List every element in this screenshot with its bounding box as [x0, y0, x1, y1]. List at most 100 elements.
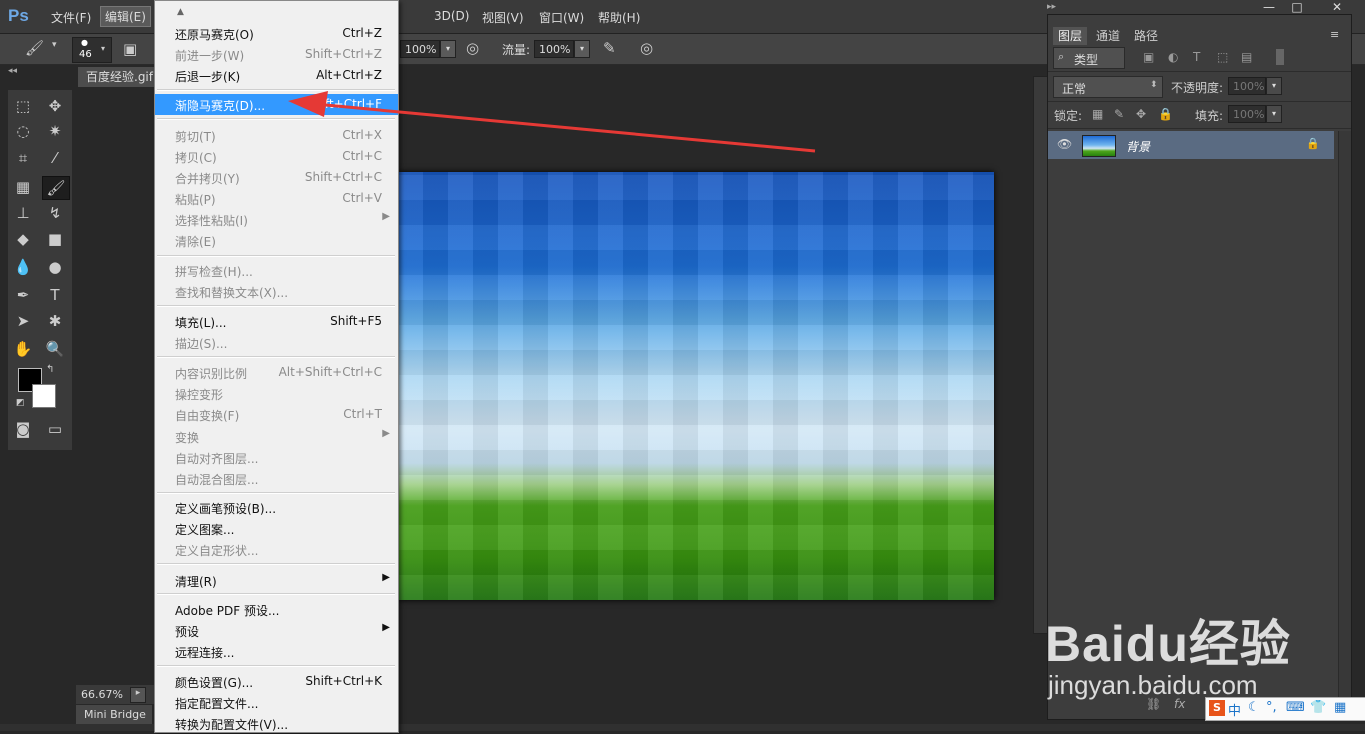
lock-image-icon[interactable]: ✎	[1114, 107, 1124, 121]
menu-help[interactable]: 帮助(H)	[598, 9, 640, 26]
opacity-input[interactable]: 100%	[400, 40, 440, 58]
filter-type-dropdown[interactable]: ⌕ 类型	[1053, 47, 1125, 69]
menu-item-transform[interactable]: 变换 ▶	[155, 426, 398, 447]
menu-item-undo[interactable]: 还原马赛克(O) Ctrl+Z	[155, 23, 398, 44]
healing-brush-tool-icon[interactable]: ▦	[10, 176, 36, 198]
menu-item-define-pattern[interactable]: 定义图案...	[155, 518, 398, 539]
brush-preset-picker[interactable]: ● 46 ▾	[72, 37, 112, 63]
menu-item-auto-align[interactable]: 自动对齐图层...	[155, 447, 398, 468]
tab-layers[interactable]: 图层	[1053, 27, 1088, 45]
brush-panel-icon[interactable]: ▣	[123, 40, 137, 58]
menu-item-define-brush[interactable]: 定义画笔预设(B)...	[155, 497, 398, 518]
fill-dropdown[interactable]: ▾	[1266, 105, 1282, 123]
layer-row-background[interactable]: 👁 背景 🔒	[1048, 131, 1334, 159]
opacity-dropdown[interactable]: ▾	[440, 40, 456, 58]
menu-window[interactable]: 窗口(W)	[539, 9, 584, 26]
menu-item-stroke[interactable]: 描边(S)...	[155, 332, 398, 353]
menu-item-free-transform[interactable]: 自由变换(F) Ctrl+T	[155, 404, 398, 425]
gradient-tool-icon[interactable]: ■	[42, 228, 68, 250]
document-tab[interactable]: 百度经验.gif	[78, 67, 158, 87]
pressure-size-icon[interactable]: ◎	[640, 39, 653, 57]
moon-icon[interactable]: ☾	[1248, 700, 1260, 715]
zoom-tool-icon[interactable]: 🔍	[42, 338, 68, 360]
chevron-down-icon[interactable]: ▾	[52, 40, 57, 50]
menu-item-presets[interactable]: 预设 ▶	[155, 620, 398, 641]
history-brush-tool-icon[interactable]: ↯	[42, 202, 68, 224]
menu-item-remote-connections[interactable]: 远程连接...	[155, 641, 398, 662]
flow-input[interactable]: 100%	[534, 40, 574, 58]
filter-toggle[interactable]	[1276, 49, 1284, 65]
skin-icon[interactable]: 👕	[1310, 700, 1326, 715]
clone-stamp-tool-icon[interactable]: ⊥	[10, 202, 36, 224]
airbrush-icon[interactable]: ✎	[603, 39, 616, 57]
eyedropper-tool-icon[interactable]: ⁄	[42, 147, 68, 169]
menu-item-puppet-warp[interactable]: 操控变形	[155, 383, 398, 404]
lasso-tool-icon[interactable]: ◌	[10, 120, 36, 142]
menu-item-purge[interactable]: 清理(R) ▶	[155, 570, 398, 591]
menu-item-paste-special[interactable]: 选择性粘贴(I) ▶	[155, 209, 398, 230]
smart-object-filter-icon[interactable]: ▤	[1241, 50, 1252, 64]
menu-item-step-forward[interactable]: 前进一步(W) Shift+Ctrl+Z	[155, 44, 398, 65]
menu-3d[interactable]: 3D(D)	[434, 9, 469, 23]
tab-paths[interactable]: 路径	[1129, 27, 1163, 45]
collapse-panel-icon[interactable]: ▸▸	[1047, 2, 1056, 12]
panel-scrollbar[interactable]	[1338, 131, 1351, 709]
background-color-swatch[interactable]	[32, 384, 56, 408]
blend-mode-dropdown[interactable]: 正常 ⬍	[1053, 76, 1163, 98]
menu-file[interactable]: 文件(F)	[51, 9, 91, 26]
menu-edit[interactable]: 编辑(E)	[100, 6, 151, 27]
hand-tool-icon[interactable]: ✋	[10, 338, 36, 360]
path-selection-tool-icon[interactable]: ➤	[10, 310, 36, 332]
shape-tool-icon[interactable]: ✱	[42, 310, 68, 332]
layer-opacity-input[interactable]: 100%	[1228, 77, 1266, 95]
menu-item-color-settings[interactable]: 颜色设置(G)... Shift+Ctrl+K	[155, 671, 398, 692]
crop-tool-icon[interactable]: ⌗	[10, 147, 36, 169]
quick-mask-icon[interactable]: ◙	[10, 418, 36, 440]
mini-bridge-tab[interactable]: Mini Bridge	[76, 705, 152, 725]
menu-item-find-replace[interactable]: 查找和替换文本(X)...	[155, 281, 398, 302]
layer-opacity-dropdown[interactable]: ▾	[1266, 77, 1282, 95]
magic-wand-tool-icon[interactable]: ✷	[42, 120, 68, 142]
lock-position-icon[interactable]: ✥	[1136, 107, 1146, 121]
sogou-logo-icon[interactable]: S	[1209, 700, 1225, 716]
type-filter-icon[interactable]: T	[1193, 50, 1200, 64]
panel-menu-icon[interactable]: ≡	[1330, 28, 1339, 41]
pressure-opacity-icon[interactable]: ◎	[466, 39, 479, 57]
pixel-filter-icon[interactable]: ▣	[1143, 50, 1154, 64]
shape-filter-icon[interactable]: ⬚	[1217, 50, 1228, 64]
menu-item-assign-profile[interactable]: 指定配置文件...	[155, 692, 398, 713]
scroll-up-icon[interactable]: ▲	[177, 7, 184, 17]
keyboard-icon[interactable]: ⌨	[1286, 700, 1305, 715]
menu-item-pdf-presets[interactable]: Adobe PDF 预设...	[155, 599, 398, 620]
type-tool-icon[interactable]: T	[42, 284, 68, 306]
blur-tool-icon[interactable]: 💧	[10, 256, 36, 278]
marquee-tool-icon[interactable]: ⬚	[10, 95, 36, 117]
menu-item-clear[interactable]: 清除(E)	[155, 230, 398, 251]
collapse-toolbox-icon[interactable]: ◂◂	[8, 66, 17, 76]
eraser-tool-icon[interactable]: ◆	[10, 228, 36, 250]
fill-input[interactable]: 100%	[1228, 105, 1266, 123]
menu-item-copy-merged[interactable]: 合并拷贝(Y) Shift+Ctrl+C	[155, 167, 398, 188]
ime-language-toggle[interactable]: 中	[1228, 700, 1241, 719]
flow-dropdown[interactable]: ▾	[574, 40, 590, 58]
menu-view[interactable]: 视图(V)	[482, 9, 524, 26]
pen-tool-icon[interactable]: ✒	[10, 284, 36, 306]
menu-item-auto-blend[interactable]: 自动混合图层...	[155, 468, 398, 489]
tab-channels[interactable]: 通道	[1091, 27, 1125, 45]
adjustment-filter-icon[interactable]: ◐	[1168, 50, 1178, 64]
menu-item-fill[interactable]: 填充(L)... Shift+F5	[155, 311, 398, 332]
default-colors-icon[interactable]: ◩	[16, 398, 25, 408]
document-info-icon[interactable]: ▸	[130, 687, 146, 703]
move-tool-icon[interactable]: ✥	[42, 95, 68, 117]
menu-item-content-aware-scale[interactable]: 内容识别比例 Alt+Shift+Ctrl+C	[155, 362, 398, 383]
lock-all-icon[interactable]: 🔒	[1158, 107, 1173, 121]
brush-tool-icon[interactable]: 🖌	[42, 176, 70, 200]
menu-item-paste[interactable]: 粘贴(P) Ctrl+V	[155, 188, 398, 209]
dodge-tool-icon[interactable]: ●	[42, 256, 68, 278]
lock-transparent-icon[interactable]: ▦	[1092, 107, 1103, 121]
menu-item-step-backward[interactable]: 后退一步(K) Alt+Ctrl+Z	[155, 65, 398, 86]
punctuation-icon[interactable]: °,	[1266, 700, 1277, 715]
screen-mode-icon[interactable]: ▭	[42, 418, 68, 440]
menu-item-spell-check[interactable]: 拼写检查(H)...	[155, 260, 398, 281]
visibility-eye-icon[interactable]: 👁	[1057, 137, 1072, 151]
